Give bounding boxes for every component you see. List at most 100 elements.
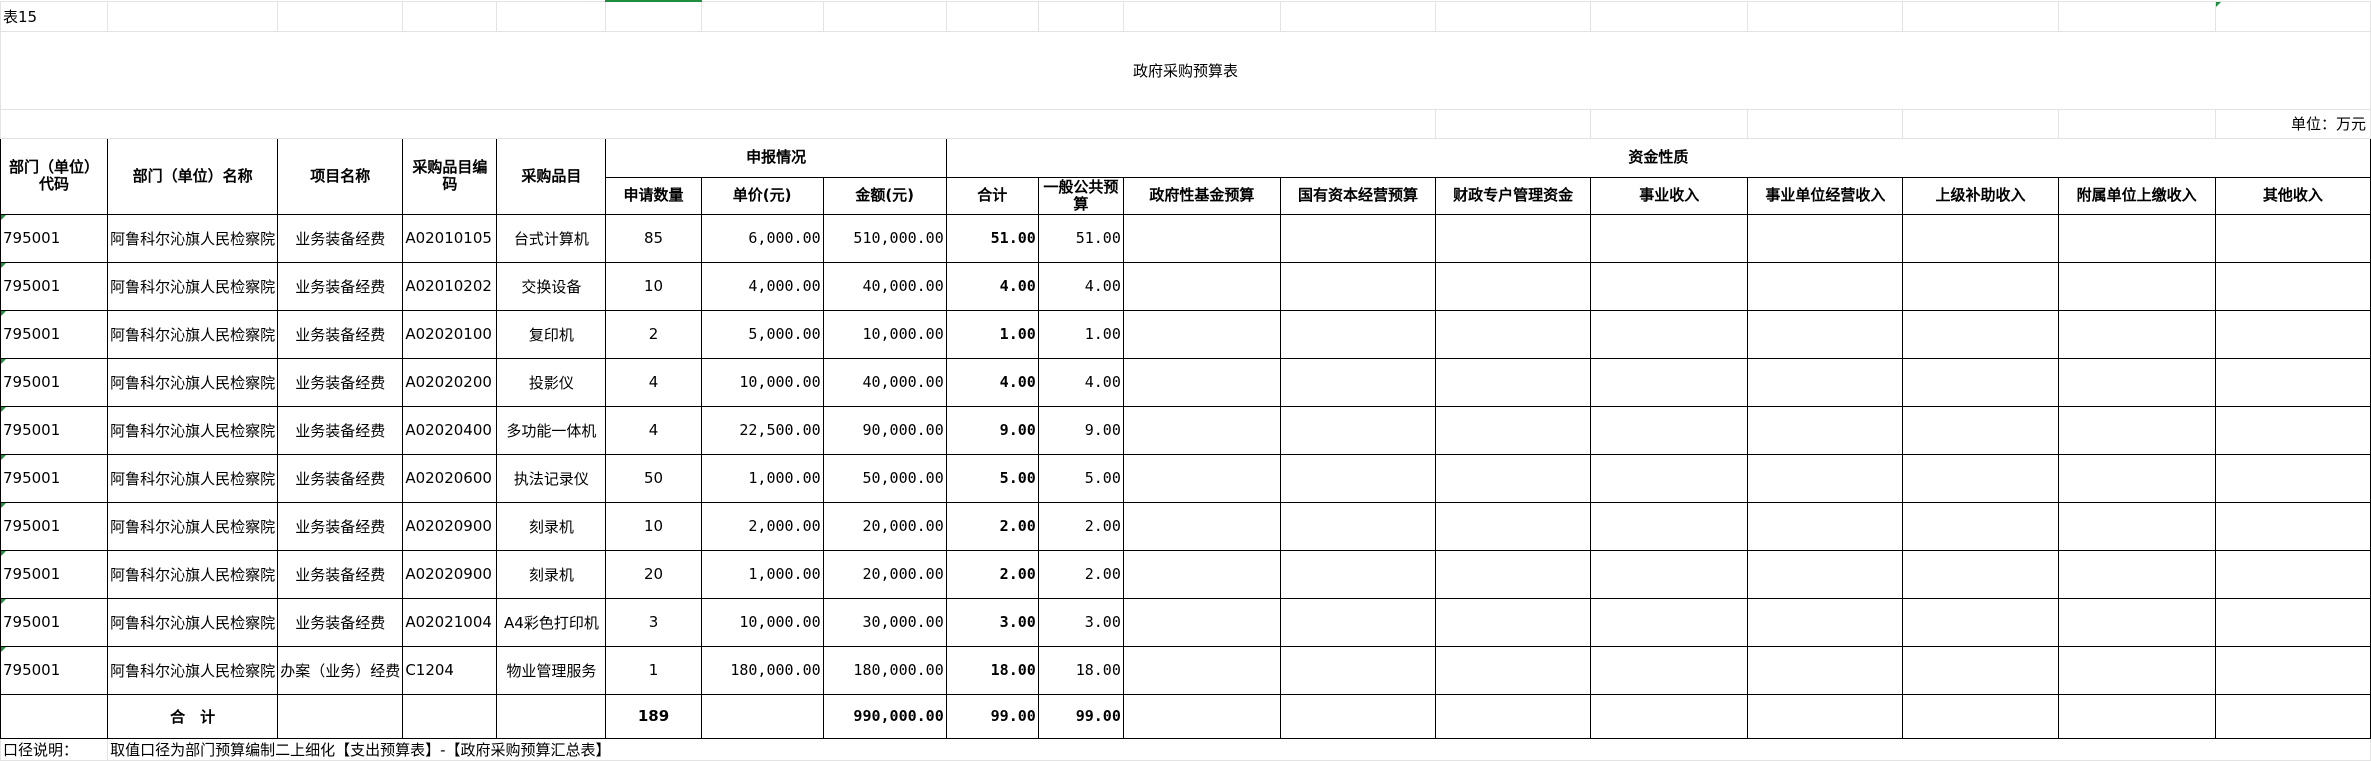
cell-amount[interactable]: 180,000.00 <box>822 645 947 695</box>
cell-item[interactable]: 多功能一体机 <box>496 405 607 455</box>
empty-cell[interactable] <box>1122 453 1281 503</box>
empty-cell[interactable] <box>2057 405 2216 455</box>
empty-cell[interactable] <box>1747 549 1904 599</box>
cell-item[interactable]: A4彩色打印机 <box>496 597 607 647</box>
empty-cell[interactable] <box>1747 405 1904 455</box>
cell-item[interactable]: 执法记录仪 <box>496 453 607 503</box>
cell-total[interactable]: 5.00 <box>945 453 1039 503</box>
cell-total[interactable]: 1.00 <box>945 309 1039 359</box>
empty-cell[interactable] <box>1747 213 1904 263</box>
cell-dept-code[interactable]: 795001 <box>0 597 109 647</box>
cell-item-code[interactable]: A02010202 <box>402 261 498 311</box>
cell-qty[interactable]: 20 <box>605 549 702 599</box>
cell-dept-code[interactable]: 795001 <box>0 309 109 359</box>
empty-cell[interactable] <box>1747 501 1904 551</box>
cell-project[interactable]: 业务装备经费 <box>277 309 404 359</box>
empty-cell[interactable] <box>1590 597 1749 647</box>
cell-project[interactable]: 业务装备经费 <box>277 261 404 311</box>
empty-cell[interactable] <box>2214 453 2371 503</box>
cell-qty[interactable]: 3 <box>605 597 702 647</box>
empty-cell[interactable] <box>1590 309 1749 359</box>
cell-general[interactable]: 9.00 <box>1037 405 1124 455</box>
empty-cell[interactable] <box>1435 405 1592 455</box>
cell-qty[interactable]: 50 <box>605 453 702 503</box>
cell-amount[interactable]: 10,000.00 <box>822 309 947 359</box>
cell-total[interactable]: 9.00 <box>945 405 1039 455</box>
empty-cell[interactable] <box>1902 549 2059 599</box>
cell-project[interactable]: 办案（业务）经费 <box>277 645 404 695</box>
cell-general[interactable]: 51.00 <box>1037 213 1124 263</box>
cell-dept-code[interactable]: 795001 <box>0 357 109 407</box>
cell-total[interactable]: 2.00 <box>945 549 1039 599</box>
empty-cell[interactable] <box>1902 501 2059 551</box>
empty-cell[interactable] <box>2057 309 2216 359</box>
cell-item[interactable]: 台式计算机 <box>496 213 607 263</box>
cell-price[interactable]: 10,000.00 <box>700 357 824 407</box>
cell-dept-name[interactable]: 阿鲁科尔沁旗人民检察院 <box>107 261 279 311</box>
empty-cell[interactable] <box>1590 405 1749 455</box>
cell-dept-name[interactable]: 阿鲁科尔沁旗人民检察院 <box>107 405 279 455</box>
cell-qty[interactable]: 4 <box>605 405 702 455</box>
empty-cell[interactable] <box>2214 405 2371 455</box>
cell-dept-name[interactable]: 阿鲁科尔沁旗人民检察院 <box>107 645 279 695</box>
cell-dept-code[interactable]: 795001 <box>0 213 109 263</box>
empty-cell[interactable] <box>1590 645 1749 695</box>
cell-total[interactable]: 51.00 <box>945 213 1039 263</box>
empty-cell[interactable] <box>1435 213 1592 263</box>
cell-project[interactable]: 业务装备经费 <box>277 405 404 455</box>
cell-general[interactable]: 3.00 <box>1037 597 1124 647</box>
cell-project[interactable]: 业务装备经费 <box>277 453 404 503</box>
empty-cell[interactable] <box>1435 549 1592 599</box>
empty-cell[interactable] <box>2214 213 2371 263</box>
empty-cell[interactable] <box>1902 357 2059 407</box>
empty-cell[interactable] <box>1122 357 1281 407</box>
cell-item-code[interactable]: A02020400 <box>402 405 498 455</box>
empty-cell[interactable] <box>1279 549 1437 599</box>
cell-amount[interactable]: 50,000.00 <box>822 453 947 503</box>
cell-total[interactable]: 2.00 <box>945 501 1039 551</box>
cell-dept-code[interactable]: 795001 <box>0 261 109 311</box>
empty-cell[interactable] <box>1747 645 1904 695</box>
empty-cell[interactable] <box>1747 261 1904 311</box>
empty-cell[interactable] <box>2057 357 2216 407</box>
cell-general[interactable]: 5.00 <box>1037 453 1124 503</box>
empty-cell[interactable] <box>2057 213 2216 263</box>
cell-qty[interactable]: 4 <box>605 357 702 407</box>
cell-item[interactable]: 刻录机 <box>496 549 607 599</box>
cell-item-code[interactable]: C1204 <box>402 645 498 695</box>
empty-cell[interactable] <box>2057 453 2216 503</box>
cell-price[interactable]: 5,000.00 <box>700 309 824 359</box>
empty-cell[interactable] <box>1590 549 1749 599</box>
cell-price[interactable]: 6,000.00 <box>700 213 824 263</box>
cell-price[interactable]: 180,000.00 <box>700 645 824 695</box>
cell-dept-code[interactable]: 795001 <box>0 453 109 503</box>
empty-cell[interactable] <box>1590 261 1749 311</box>
cell-dept-name[interactable]: 阿鲁科尔沁旗人民检察院 <box>107 213 279 263</box>
cell-price[interactable]: 1,000.00 <box>700 453 824 503</box>
empty-cell[interactable] <box>1902 213 2059 263</box>
empty-cell[interactable] <box>1590 357 1749 407</box>
empty-cell[interactable] <box>1122 261 1281 311</box>
cell-dept-name[interactable]: 阿鲁科尔沁旗人民检察院 <box>107 309 279 359</box>
selected-cell[interactable] <box>605 0 702 32</box>
empty-cell[interactable] <box>1279 645 1437 695</box>
empty-cell[interactable] <box>1122 213 1281 263</box>
cell-dept-code[interactable]: 795001 <box>0 405 109 455</box>
cell-total[interactable]: 18.00 <box>945 645 1039 695</box>
empty-cell[interactable] <box>1747 453 1904 503</box>
cell-item[interactable]: 投影仪 <box>496 357 607 407</box>
cell-qty[interactable]: 10 <box>605 261 702 311</box>
cell-total[interactable]: 4.00 <box>945 357 1039 407</box>
empty-cell[interactable] <box>1122 309 1281 359</box>
empty-cell[interactable] <box>1279 261 1437 311</box>
cell-general[interactable]: 4.00 <box>1037 357 1124 407</box>
empty-cell[interactable] <box>1747 357 1904 407</box>
empty-cell[interactable] <box>2214 597 2371 647</box>
cell-qty[interactable]: 1 <box>605 645 702 695</box>
empty-cell[interactable] <box>1902 261 2059 311</box>
empty-cell[interactable] <box>1435 309 1592 359</box>
empty-cell[interactable] <box>1902 645 2059 695</box>
cell-item-code[interactable]: A02020600 <box>402 453 498 503</box>
cell-amount[interactable]: 30,000.00 <box>822 597 947 647</box>
empty-cell[interactable] <box>1122 501 1281 551</box>
